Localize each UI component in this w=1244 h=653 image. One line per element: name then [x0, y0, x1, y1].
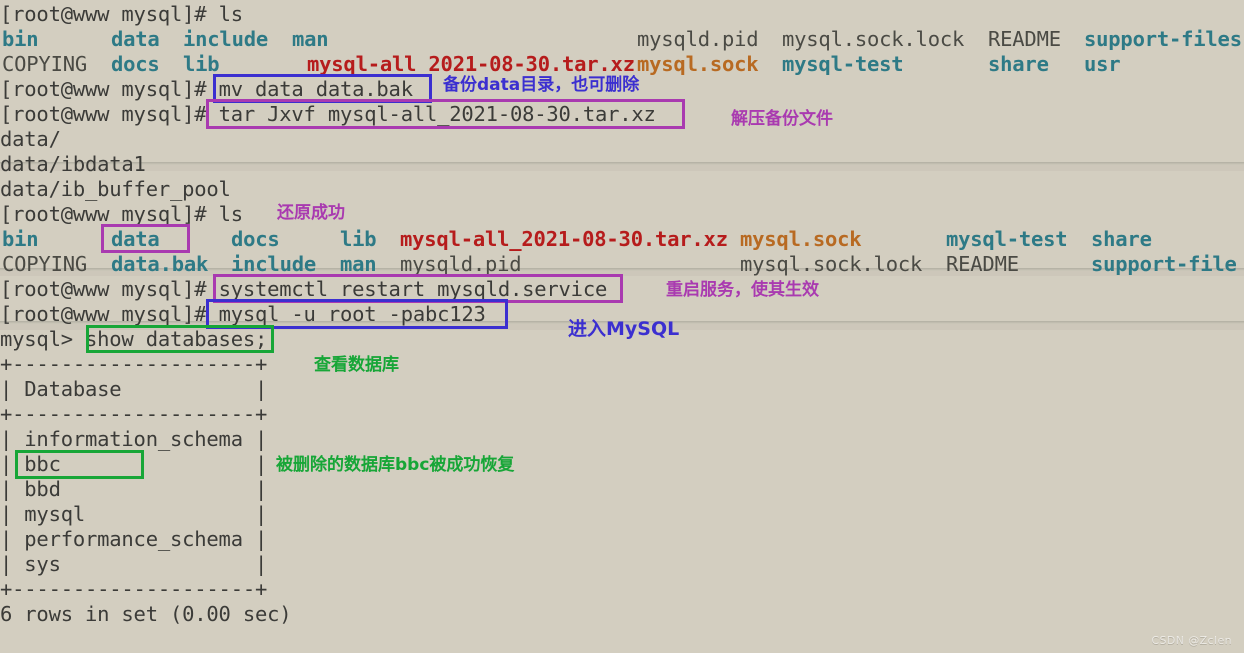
annotation-show-db-note: 查看数据库 — [314, 355, 399, 375]
db-table-footer: 6 rows in set (0.00 sec) — [0, 602, 292, 627]
db-table-header: | Database | — [0, 377, 267, 402]
terminal-line-tar: [root@www mysql]# tar Jxvf mysql-all_202… — [0, 102, 656, 127]
dir-docs: docs — [111, 52, 160, 76]
file-archive: mysql-all_2021-08-30.tar.xz — [400, 227, 728, 251]
scanline-band — [0, 162, 1244, 165]
command-mysql-login: mysql -u root -pabc123 — [218, 302, 486, 326]
terminal-screen: [root@www mysql]# ls bin data include man my… — [0, 0, 1244, 653]
file-copying: COPYING — [2, 252, 87, 276]
dir-mysql-test: mysql-test — [946, 227, 1068, 251]
db-row-sys: | sys | — [0, 552, 268, 576]
dir-man: man — [340, 252, 377, 276]
terminal-line-taroutput: data/ — [0, 127, 61, 152]
annotation-login-note: 进入MySQL — [568, 318, 680, 340]
csdn-watermark: CSDN @Zclen — [1151, 634, 1232, 647]
dir-data: data — [111, 227, 160, 251]
dir-lib: lib — [183, 52, 220, 76]
file-mysqld-pid: mysqld.pid — [400, 252, 522, 276]
dir-bin: bin — [2, 227, 39, 251]
tar-output-3: data/ib_buffer_pool — [0, 177, 231, 201]
annotation-mv-note: 备份data目录，也可删除 — [443, 75, 640, 95]
db-table-row: | bbc | — [0, 452, 267, 477]
dir-support-files: support-file — [1091, 252, 1237, 276]
file-mysql-sock-lock: mysql.sock.lock — [782, 27, 965, 51]
tar-output-2: data/ibdata1 — [0, 152, 146, 176]
terminal-line-systemctl: [root@www mysql]# systemctl restart mysq… — [0, 277, 607, 302]
db-row-bbd: | bbd | — [0, 477, 268, 501]
tar-output-1: data/ — [0, 127, 61, 151]
command-tar: tar Jxvf mysql-all_2021-08-30.tar.xz — [218, 102, 656, 126]
terminal-line-show-databases: mysql> show databases; — [0, 327, 267, 352]
db-table-header-cell: | Database | — [0, 377, 268, 401]
file-copying: COPYING — [2, 52, 87, 76]
annotation-tar-note: 解压备份文件 — [731, 109, 833, 129]
db-table-row: | mysql | — [0, 502, 267, 527]
db-table-row: | sys | — [0, 552, 267, 577]
file-include: include — [183, 27, 268, 51]
shell-prompt: [root@www mysql]# — [0, 77, 219, 101]
mysql-prompt: mysql> — [0, 327, 85, 351]
annotation-bbc-note: 被删除的数据库bbc被成功恢复 — [276, 455, 515, 475]
file-mysql-sock: mysql.sock — [637, 52, 759, 76]
file-mysqld-pid: mysqld.pid — [637, 27, 759, 51]
dir-docs: docs — [231, 227, 280, 251]
terminal-line-taroutput: data/ibdata1 — [0, 152, 146, 177]
db-rowcount-text: 6 rows in set (0.00 sec) — [0, 602, 292, 626]
shell-prompt: [root@www mysql]# — [0, 277, 219, 301]
annotation-restore-note: 还原成功 — [277, 203, 345, 223]
db-table-row: | bbd | — [0, 477, 267, 502]
file-man: man — [292, 27, 329, 51]
terminal-line-mv: [root@www mysql]# mv data data.bak — [0, 77, 413, 102]
db-table-border: +--------------------+ — [0, 402, 268, 426]
file-data: data — [111, 27, 160, 51]
db-table-border: +--------------------+ — [0, 577, 268, 601]
terminal-line-taroutput: data/ib_buffer_pool — [0, 177, 231, 202]
terminal-line-mysql-login: [root@www mysql]# mysql -u root -pabc123 — [0, 302, 486, 327]
db-row-mysql: | mysql | — [0, 502, 268, 526]
terminal-line-prompt-ls-1: [root@www mysql]# ls — [0, 2, 243, 27]
file-mysql-sock: mysql.sock — [740, 227, 862, 251]
dir-mysql-test: mysql-test — [782, 52, 904, 76]
db-table-border-bottom: +--------------------+ — [0, 577, 267, 602]
db-table-row: | information_schema | — [0, 427, 267, 452]
db-row-performance-schema: | performance_schema | — [0, 527, 268, 551]
db-table-border: +--------------------+ — [0, 352, 268, 376]
shell-prompt: [root@www mysql]# — [0, 202, 219, 226]
command-ls: ls — [218, 2, 243, 26]
shell-prompt: [root@www mysql]# — [0, 2, 219, 26]
terminal-line-prompt-ls-2: [root@www mysql]# ls — [0, 202, 243, 227]
dir-support-files: support-files — [1084, 27, 1242, 51]
file-readme: README — [988, 27, 1061, 51]
file-readme: README — [946, 252, 1019, 276]
command-ls: ls — [218, 202, 243, 226]
command-show-databases: show databases; — [85, 327, 268, 351]
shell-prompt: [root@www mysql]# — [0, 302, 219, 326]
dir-usr: usr — [1084, 52, 1121, 76]
file-mysql-sock-lock: mysql.sock.lock — [740, 252, 923, 276]
annotation-restart-note: 重启服务，使其生效 — [666, 280, 819, 300]
db-row-information-schema: | information_schema | — [0, 427, 268, 451]
command-mv: mv data data.bak — [218, 77, 413, 101]
dir-include: include — [231, 252, 316, 276]
shell-prompt: [root@www mysql]# — [0, 102, 219, 126]
dir-data-bak: data.bak — [111, 252, 209, 276]
db-table-border-mid: +--------------------+ — [0, 402, 267, 427]
dir-share: share — [988, 52, 1049, 76]
dir-lib: lib — [340, 227, 377, 251]
file-archive: mysql-all_2021-08-30.tar.xz — [307, 52, 635, 76]
db-table-row: | performance_schema | — [0, 527, 267, 552]
scanline-band — [0, 165, 1244, 171]
command-systemctl: systemctl restart mysqld.service — [218, 277, 608, 301]
db-row-bbc: | bbc | — [0, 452, 268, 476]
dir-share: share — [1091, 227, 1152, 251]
file-bin: bin — [2, 27, 39, 51]
db-table-border-top: +--------------------+ — [0, 352, 267, 377]
